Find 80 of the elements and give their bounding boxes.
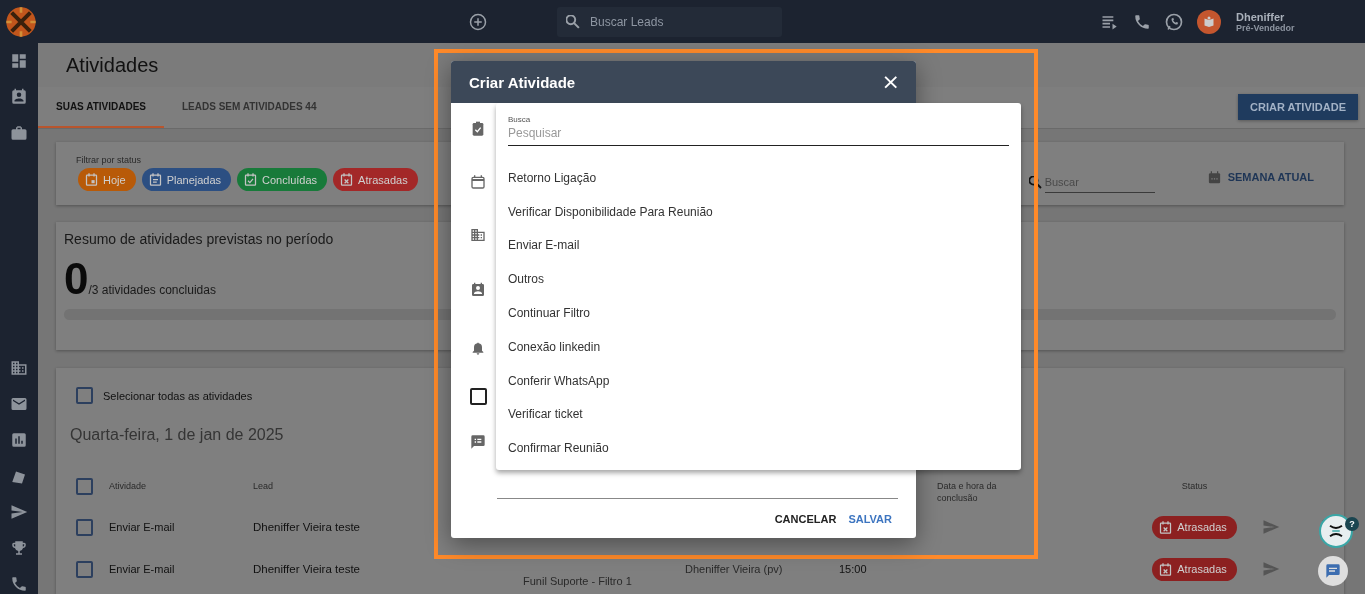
building-icon (470, 227, 486, 243)
table-cell-text: Enviar E-mail (109, 520, 175, 535)
menu-item[interactable]: Outros (508, 262, 1009, 297)
calendar-icon (84, 172, 99, 187)
status-filter-chip[interactable]: Atrasadas (333, 168, 418, 191)
user-avatar[interactable] (1197, 9, 1221, 34)
notes-icon (470, 434, 486, 450)
status-filter-chip[interactable]: Concluídas (237, 168, 328, 191)
column-header: Data e hora da conclusão (937, 480, 998, 505)
search-icon (1028, 175, 1042, 189)
table-cell-text: Funil Suporte - Filtro 1 (523, 574, 633, 589)
send-icon[interactable] (10, 503, 28, 521)
bell-icon (470, 340, 486, 356)
tab[interactable]: SUAS ATIVIDADES (38, 87, 164, 128)
select-all-checkbox[interactable] (76, 387, 93, 404)
menu-item[interactable]: Verificar Disponibilidade Para Reunião (508, 194, 1009, 229)
calendar-x-icon (339, 172, 355, 187)
menu-item[interactable]: Enviar E-mail (508, 228, 1009, 263)
calendar-x-icon (1158, 561, 1174, 577)
logo-icon[interactable] (5, 5, 37, 38)
column-header: Lead (253, 480, 275, 493)
status-filter-chip[interactable]: Planejadas (141, 168, 232, 191)
phone-icon[interactable] (1133, 12, 1151, 31)
field-label: Busca (508, 115, 531, 124)
phone-icon[interactable] (10, 575, 28, 593)
summary-title: Resumo de atividades previstas no período (64, 231, 334, 247)
row-checkbox[interactable] (76, 560, 93, 578)
completed-count: 0 (64, 259, 89, 299)
trophy-icon[interactable] (10, 539, 28, 557)
menu-item[interactable]: Continuar Filtro (508, 296, 1009, 330)
calendar-icon (147, 172, 163, 187)
close-button[interactable]: × (881, 72, 900, 92)
book-icon (1203, 15, 1215, 28)
briefcase-icon[interactable] (10, 124, 28, 142)
total-label: /3 atividades concluidas (88, 283, 216, 297)
status-chip[interactable]: Atrasadas (1152, 515, 1237, 539)
menu-item[interactable]: Conexão linkedin (508, 330, 1009, 364)
user-name: Dheniffer (1236, 10, 1286, 23)
help-badge[interactable]: ? (1345, 517, 1359, 531)
menu-item[interactable]: Confirmar Reunião (508, 431, 1009, 466)
filter-label: Filtrar por status (76, 155, 142, 165)
table-cell-text: Dheniffer Vieira (pv) (685, 562, 783, 577)
building-icon[interactable] (10, 359, 28, 377)
date-heading: Quarta-feira, 1 de jan de 2025 (70, 426, 284, 444)
calendar-icon (1206, 169, 1222, 185)
logo-icon (1327, 522, 1345, 540)
status-chip[interactable]: Atrasadas (1152, 557, 1237, 581)
header-checkbox[interactable] (76, 477, 93, 495)
calendar-icon (470, 174, 486, 190)
menu-item[interactable]: Conferir WhatsApp (508, 363, 1009, 398)
contact-icon (470, 282, 486, 298)
clipboard-check-icon (470, 121, 486, 137)
calendar-x-icon (1158, 519, 1174, 535)
table-cell-text: 15:00 (839, 562, 867, 577)
save-button[interactable]: SALVAR (848, 512, 892, 525)
page-title: Atividades (66, 53, 159, 77)
create-activity-button[interactable]: CRIAR ATIVIDADE (1238, 94, 1358, 120)
table-cell-text: Dheniffer Vieira teste (253, 562, 360, 577)
table-cell-text: Enviar E-mail (109, 562, 175, 577)
dashboard-icon[interactable] (10, 52, 28, 70)
search-field[interactable]: Buscar Leads (557, 6, 782, 37)
dialog-title: Criar Atividade (469, 73, 576, 91)
calendar-check-icon (243, 172, 259, 187)
chart-icon[interactable] (10, 431, 28, 449)
search-icon (566, 14, 580, 29)
column-header: Status (1181, 480, 1208, 493)
checkbox[interactable] (470, 388, 487, 405)
chat-icon (1325, 563, 1341, 579)
cancel-button[interactable]: CANCELAR (774, 512, 837, 525)
row-checkbox[interactable] (76, 518, 93, 536)
select-all-label: Selecionar todas as atividades (103, 389, 253, 402)
user-role: Pré-Vendedor (1236, 22, 1295, 33)
table-cell-text: Dheniffer Vieira teste (253, 520, 360, 535)
whatsapp-icon[interactable] (1164, 11, 1184, 32)
mail-icon[interactable] (10, 395, 28, 413)
contact-icon[interactable] (10, 88, 28, 106)
menu-item[interactable]: Retorno Ligação (508, 161, 1009, 195)
menu-item[interactable]: Verificar ticket (508, 397, 1009, 432)
add-icon[interactable] (469, 12, 487, 31)
column-header: Atividade (109, 480, 148, 493)
